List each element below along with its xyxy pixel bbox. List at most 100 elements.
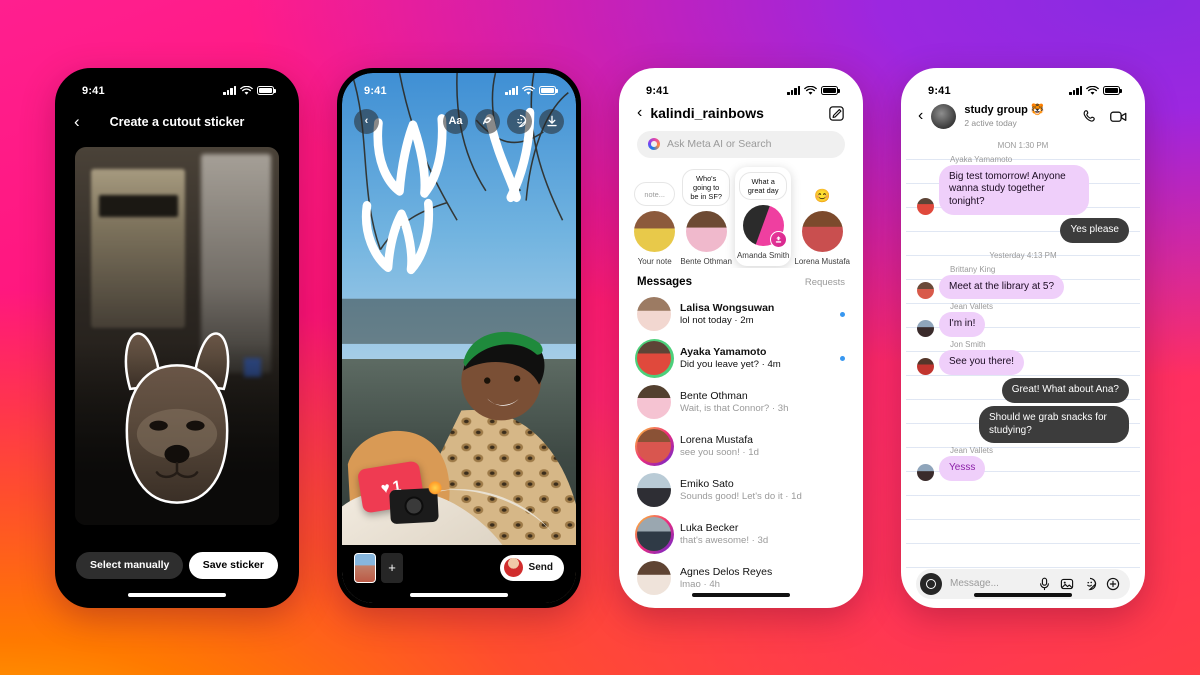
avatar[interactable] — [931, 103, 957, 129]
message-bubble[interactable]: Yesss — [939, 456, 986, 482]
message-input[interactable]: Message... — [950, 578, 1030, 589]
note-item-lorena-mustafa[interactable]: 😊 Lorena Mustafa — [794, 186, 850, 266]
avatar — [637, 561, 671, 596]
cutout-photo[interactable] — [75, 146, 279, 525]
send-button[interactable]: Send — [499, 554, 564, 581]
thread-name: Ayaka Yamamoto — [680, 345, 767, 358]
phone-1-screen: 9:41 ‹ Create a cutout sticker Select ma… — [60, 73, 294, 603]
photo-icon[interactable] — [1060, 577, 1074, 591]
draw-tool-icon[interactable] — [475, 108, 500, 134]
message-bubble[interactable]: Great! What about Ana? — [1001, 378, 1129, 403]
chat-actions — [1081, 108, 1128, 125]
table-row[interactable]: Lorena Mustafa see you soon! · 1d — [624, 424, 858, 468]
camera-circle-icon[interactable] — [920, 572, 942, 595]
camera-flash-sticker[interactable] — [389, 480, 443, 524]
sticker-icon[interactable] — [1083, 577, 1097, 591]
media-thumbnail[interactable] — [354, 552, 376, 583]
add-media-button[interactable]: + — [381, 552, 403, 583]
table-row[interactable]: Luka Becker that's awesome! · 3d — [624, 512, 858, 556]
editor-tools: Aa — [443, 108, 564, 134]
table-row[interactable]: Emiko Sato Sounds good! Let's do it · 1d — [624, 468, 858, 512]
note-badge-icon — [769, 231, 787, 249]
note-emoji: 😊 — [814, 188, 831, 204]
battery-icon — [539, 86, 558, 95]
compose-icon[interactable] — [828, 105, 845, 122]
meta-ai-icon — [648, 138, 660, 150]
phone-1-header: ‹ Create a cutout sticker — [60, 103, 294, 141]
cellular-bars-icon — [505, 86, 518, 95]
thread-name: Bente Othman — [680, 389, 748, 402]
message-bubble[interactable]: Should we grab snacks for studying? — [979, 405, 1129, 444]
message-sender: Ayaka Yamamoto — [950, 154, 1013, 164]
status-bar: 9:41 — [342, 73, 576, 103]
phone-2-story-editor: 9:41 ‹ Aa ♥ 1 + Send — [337, 67, 581, 608]
thread-text: Agnes Delos Reyes lmao · 4h — [680, 565, 845, 592]
video-camera-icon[interactable] — [1109, 108, 1128, 125]
thread-text: Lalisa Wongsuwan lol not today · 2m — [680, 301, 831, 328]
chat-header: ‹ study group 🐯 2 active today — [906, 103, 1140, 136]
message-bubble[interactable]: I'm in! — [939, 312, 986, 338]
chat-root: 9:41 ‹ study group 🐯 2 active today MON … — [906, 72, 1140, 603]
message-sender: Jean Vallets — [950, 302, 993, 312]
plus-circle-icon[interactable] — [1106, 577, 1120, 591]
table-row[interactable]: Lalisa Wongsuwan lol not today · 2m — [624, 292, 858, 336]
save-sticker-button[interactable]: Save sticker — [188, 552, 278, 579]
phone-call-icon[interactable] — [1081, 108, 1098, 125]
phone-4-screen: 9:41 ‹ study group 🐯 2 active today MON … — [906, 72, 1140, 603]
back-chevron-icon[interactable]: ‹ — [637, 105, 642, 121]
messages-label: Messages — [637, 276, 692, 289]
username-title[interactable]: kalindi_rainbows — [650, 105, 820, 121]
thread-text: Lorena Mustafa see you soon! · 1d — [680, 433, 845, 460]
thread-text: Emiko Sato Sounds good! Let's do it · 1d — [680, 477, 845, 504]
back-chevron-icon[interactable]: ‹ — [74, 113, 80, 130]
status-bar: 9:41 — [60, 73, 294, 103]
chat-title-group[interactable]: study group 🐯 2 active today — [964, 104, 1073, 128]
back-chevron-icon[interactable]: ‹ — [354, 108, 379, 134]
story-toolbar: ‹ Aa — [342, 108, 576, 134]
day-separator: Yesterday 4:13 PM — [989, 250, 1057, 260]
search-input[interactable]: Ask Meta AI or Search — [637, 130, 845, 158]
avatar — [917, 464, 934, 482]
avatar — [917, 320, 934, 338]
microphone-icon[interactable] — [1038, 577, 1051, 591]
composer-icons — [1038, 577, 1120, 591]
status-time: 9:41 — [928, 84, 951, 97]
text-tool-icon[interactable]: Aa — [443, 108, 468, 134]
message-bubble[interactable]: Yes please — [1060, 217, 1129, 243]
select-manually-button[interactable]: Select manually — [76, 552, 184, 579]
sticker-tool-icon[interactable] — [507, 108, 532, 134]
avatar — [634, 211, 676, 253]
download-icon[interactable] — [539, 108, 564, 134]
cellular-bars-icon — [787, 86, 800, 95]
back-chevron-icon[interactable]: ‹ — [918, 107, 923, 125]
message-bubble[interactable]: Big test tomorrow! Anyone wanna study to… — [939, 164, 1089, 215]
inbox-root: 9:41 ‹ kalindi_rainbows Ask Meta AI or S… — [624, 72, 858, 603]
home-indicator — [692, 592, 790, 597]
status-icons — [787, 85, 840, 96]
note-name: Amanda Smith — [736, 251, 790, 261]
note-bubble: note... — [634, 182, 676, 207]
avatar — [637, 297, 671, 332]
note-bubble: Who's going to be in SF? — [682, 168, 730, 207]
requests-link[interactable]: Requests — [805, 277, 845, 288]
phone-4-group-chat: 9:41 ‹ study group 🐯 2 active today MON … — [901, 67, 1145, 608]
message-bubble[interactable]: Meet at the library at 5? — [939, 274, 1065, 300]
note-item-your-note[interactable]: note... Your note — [632, 180, 677, 266]
inbox-header: ‹ kalindi_rainbows — [624, 103, 858, 128]
battery-icon — [1103, 86, 1122, 95]
table-row[interactable]: Ayaka Yamamoto Did you leave yet? · 4m — [624, 336, 858, 380]
phone-3-direct-inbox: 9:41 ‹ kalindi_rainbows Ask Meta AI or S… — [619, 67, 863, 608]
note-item-amanda-smith[interactable]: What a great day Amanda Smith — [734, 166, 792, 267]
avatar — [917, 197, 934, 215]
chat-message-area[interactable]: MON 1:30 PM Ayaka Yamamoto Big test tomo… — [906, 135, 1140, 569]
phone-mockups-row: 9:41 ‹ Create a cutout sticker Select ma… — [0, 0, 1200, 675]
message-bubble[interactable]: See you there! — [939, 350, 1025, 376]
story-photo[interactable] — [342, 72, 576, 603]
table-row[interactable]: Bente Othman Wait, is that Connor? · 3h — [624, 380, 858, 424]
media-picker: + — [354, 552, 403, 583]
wifi-icon — [522, 85, 535, 95]
avatar — [503, 558, 523, 577]
message-row: Yesss — [917, 456, 1129, 482]
note-item-bente-othman[interactable]: Who's going to be in SF? Bente Othman — [680, 167, 732, 266]
status-time: 9:41 — [364, 84, 387, 97]
